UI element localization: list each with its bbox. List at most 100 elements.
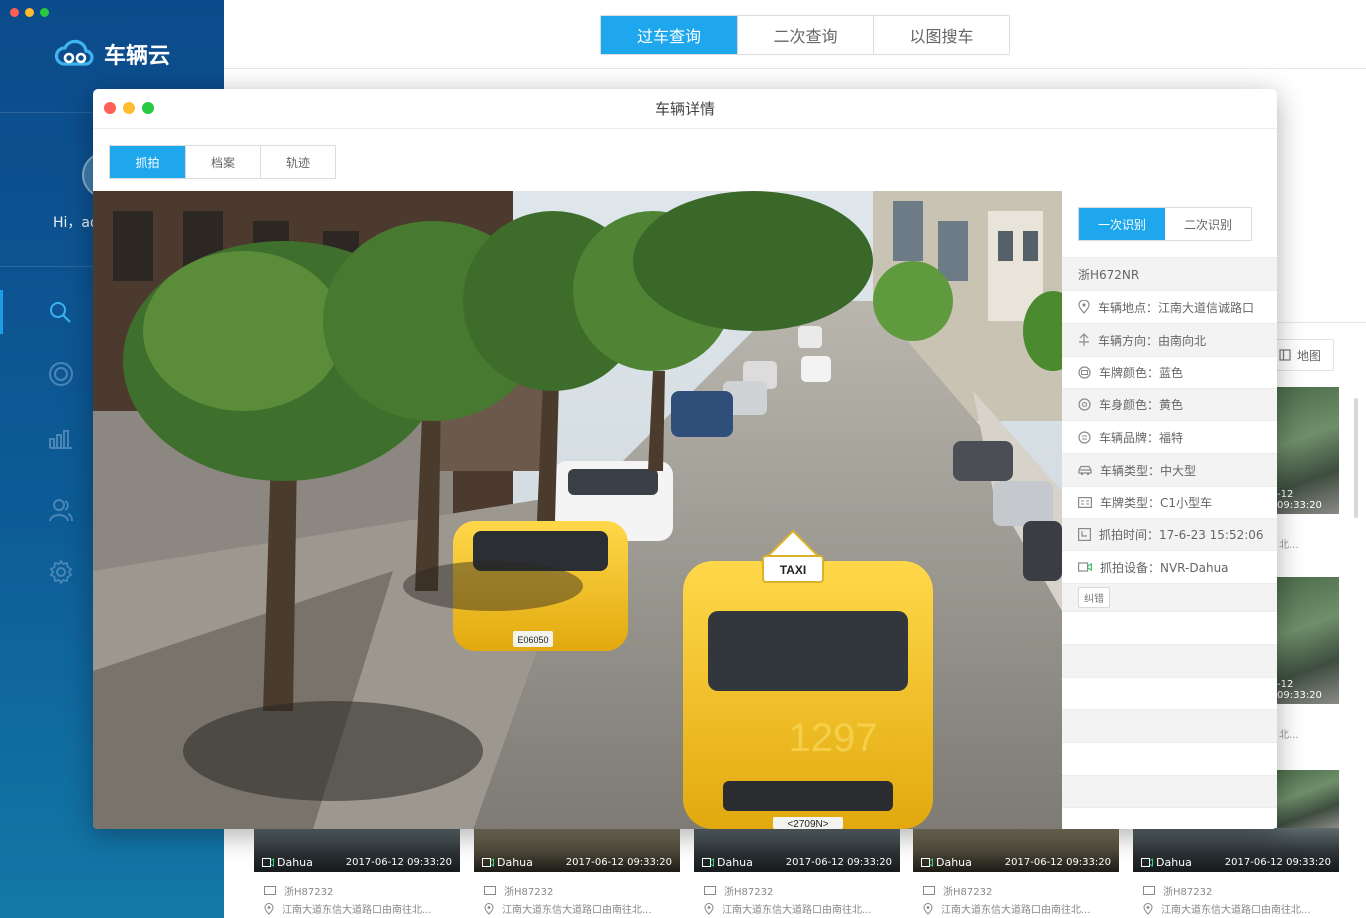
detail-brand: 车辆品牌：福特: [1062, 420, 1277, 453]
video-camera-icon: [921, 858, 933, 867]
result-card[interactable]: Dahua 2017-06-12 09:33:20 浙H87232 江南大道东信…: [1133, 828, 1339, 918]
taxi-body-number: 1297: [789, 716, 878, 760]
detail-body-color: 车身颜色：黄色: [1062, 388, 1277, 420]
plate-row: 浙H87232: [923, 883, 992, 898]
empty-row: [1062, 644, 1277, 677]
tab-image-search[interactable]: 以图搜车: [873, 16, 1009, 54]
detail-plate-color: 车牌颜色：蓝色: [1062, 356, 1277, 388]
plate-number: 浙H87232: [724, 887, 774, 898]
vehicle-info-panel: 一次识别 二次识别 浙H672NR 车辆地点：江南大道信诚路口 车辆方向：由南向…: [1062, 191, 1277, 829]
device-name: Dahua: [936, 856, 972, 869]
dialog-maximize-button[interactable]: [142, 102, 154, 114]
toolbar-divider: [1277, 322, 1366, 323]
app-logo: 车辆云: [54, 38, 170, 70]
dialog-close-button[interactable]: [104, 102, 116, 114]
car-icon: [1078, 465, 1092, 475]
tab-archive[interactable]: 档案: [185, 146, 260, 178]
plate-icon: [484, 886, 496, 895]
direction-arrows-icon: [1079, 333, 1089, 346]
map-view-button[interactable]: 地图: [1270, 339, 1334, 371]
maximize-window-button[interactable]: [40, 8, 49, 17]
tab-second-recognition[interactable]: 二次识别: [1165, 208, 1251, 240]
empty-row: [1062, 611, 1277, 644]
capture-time: 2017-06-12 09:33:20: [785, 857, 892, 868]
minimize-window-button[interactable]: [25, 8, 34, 17]
detail-location: 车辆地点：江南大道信诚路口: [1062, 290, 1277, 323]
address-text: 江南大道东信大道路口由南往北...: [1161, 905, 1311, 916]
dialog-minimize-button[interactable]: [123, 102, 135, 114]
capture-time: 2017-06-12 09:33:20: [345, 857, 452, 868]
result-thumbnail[interactable]: [1277, 770, 1339, 828]
device-tag: Dahua: [921, 856, 972, 869]
detail-text: 车牌颜色：蓝色: [1099, 366, 1184, 380]
dialog-window-controls: [104, 102, 154, 114]
detail-text: 车辆地点：江南大道信诚路口: [1098, 300, 1255, 315]
search-icon: [50, 302, 71, 323]
detail-text: 车辆品牌：福特: [1099, 430, 1184, 445]
plate-icon: [264, 886, 276, 895]
detail-plate-type: 车牌类型：C1小型车: [1062, 486, 1277, 518]
detail-vehicle-type: 车辆类型：中大型: [1062, 453, 1277, 486]
result-card[interactable]: Dahua 2017-06-12 09:33:20 浙H87232 江南大道东信…: [474, 828, 680, 918]
tab-vehicle-query[interactable]: 过车查询: [601, 16, 737, 54]
device-name: Dahua: [717, 856, 753, 869]
result-thumbnail[interactable]: -12 09:33:20: [1277, 387, 1339, 514]
result-card[interactable]: Dahua 2017-06-12 09:33:20 浙H87232 江南大道东信…: [254, 828, 460, 918]
device-tag: Dahua: [1141, 856, 1192, 869]
detail-tabs: 抓拍 档案 轨迹: [109, 145, 336, 179]
recognition-tabs: 一次识别 二次识别: [1078, 207, 1252, 241]
users-icon: [49, 499, 73, 522]
tab-secondary-query[interactable]: 二次查询: [737, 16, 873, 54]
empty-row: [1062, 807, 1277, 829]
result-address-snippet: 北...: [1279, 730, 1299, 741]
video-camera-icon: [1141, 858, 1153, 867]
plate-row: 浙H87232: [704, 883, 773, 898]
result-card[interactable]: Dahua 2017-06-12 09:33:20 浙H87232 江南大道东信…: [694, 828, 900, 918]
location-pin-icon: [484, 902, 494, 915]
address-text: 江南大道东信大道路口由南往北...: [941, 905, 1091, 916]
plate-row: 浙H87232: [1143, 883, 1212, 898]
address-row: 江南大道东信大道路口由南往北...: [1143, 901, 1311, 916]
detail-direction: 车辆方向：由南向北: [1062, 323, 1277, 356]
capture-time: 2017-06-12 09:33:20: [1224, 857, 1331, 868]
detail-text: 车牌类型：C1小型车: [1100, 496, 1213, 510]
cloud-logo-icon: [54, 39, 94, 66]
brand-icon: [1078, 430, 1091, 444]
result-timestamp: -12 09:33:20: [1277, 489, 1322, 511]
tab-track[interactable]: 轨迹: [260, 146, 335, 178]
detail-text: 车辆方向：由南向北: [1098, 333, 1207, 348]
tab-first-recognition[interactable]: 一次识别: [1079, 208, 1165, 240]
empty-row: [1062, 709, 1277, 742]
correct-button[interactable]: 纠错: [1078, 587, 1110, 608]
greeting-text: Hi，ad: [53, 215, 99, 231]
location-pin-icon: [923, 902, 933, 915]
address-text: 江南大道东信大道路口由南往北...: [282, 905, 432, 916]
map-view-label: 地图: [1297, 348, 1322, 363]
results-scrollbar[interactable]: [1354, 398, 1358, 518]
address-row: 江南大道东信大道路口由南往北...: [704, 901, 872, 916]
result-caption: 北...: [1277, 530, 1339, 578]
target-icon: [49, 362, 73, 386]
detail-text: 抓拍时间：17-6-23 15:52:06: [1099, 528, 1264, 542]
location-pin-icon: [264, 902, 274, 915]
taxi-plate-right: <2709N>: [787, 819, 828, 829]
capture-photo[interactable]: E06050 TAXI 1297 <2709N>: [93, 191, 1062, 829]
taxi-roof-sign: TAXI: [780, 563, 806, 577]
plate-number: 浙H87232: [943, 887, 993, 898]
plate-number: 浙H672NR: [1078, 267, 1140, 282]
plate-icon: [1143, 886, 1155, 895]
result-timestamp: -12 09:33:20: [1277, 679, 1322, 701]
result-card[interactable]: Dahua 2017-06-12 09:33:20 浙H87232 江南大道东信…: [913, 828, 1119, 918]
correct-row: 纠错: [1062, 583, 1277, 611]
video-camera-icon: [262, 858, 274, 867]
address-text: 江南大道东信大道路口由南往北...: [722, 905, 872, 916]
app-name: 车辆云: [104, 44, 171, 69]
device-name: Dahua: [497, 856, 533, 869]
result-thumbnail[interactable]: -12 09:33:20: [1277, 577, 1339, 704]
location-pin-icon: [1143, 902, 1153, 915]
tab-capture[interactable]: 抓拍: [110, 146, 185, 178]
body-color-icon: [1078, 398, 1091, 411]
close-window-button[interactable]: [10, 8, 19, 17]
address-row: 江南大道东信大道路口由南往北...: [264, 901, 432, 916]
street-scene-image: E06050 TAXI 1297 <2709N>: [93, 191, 1062, 829]
